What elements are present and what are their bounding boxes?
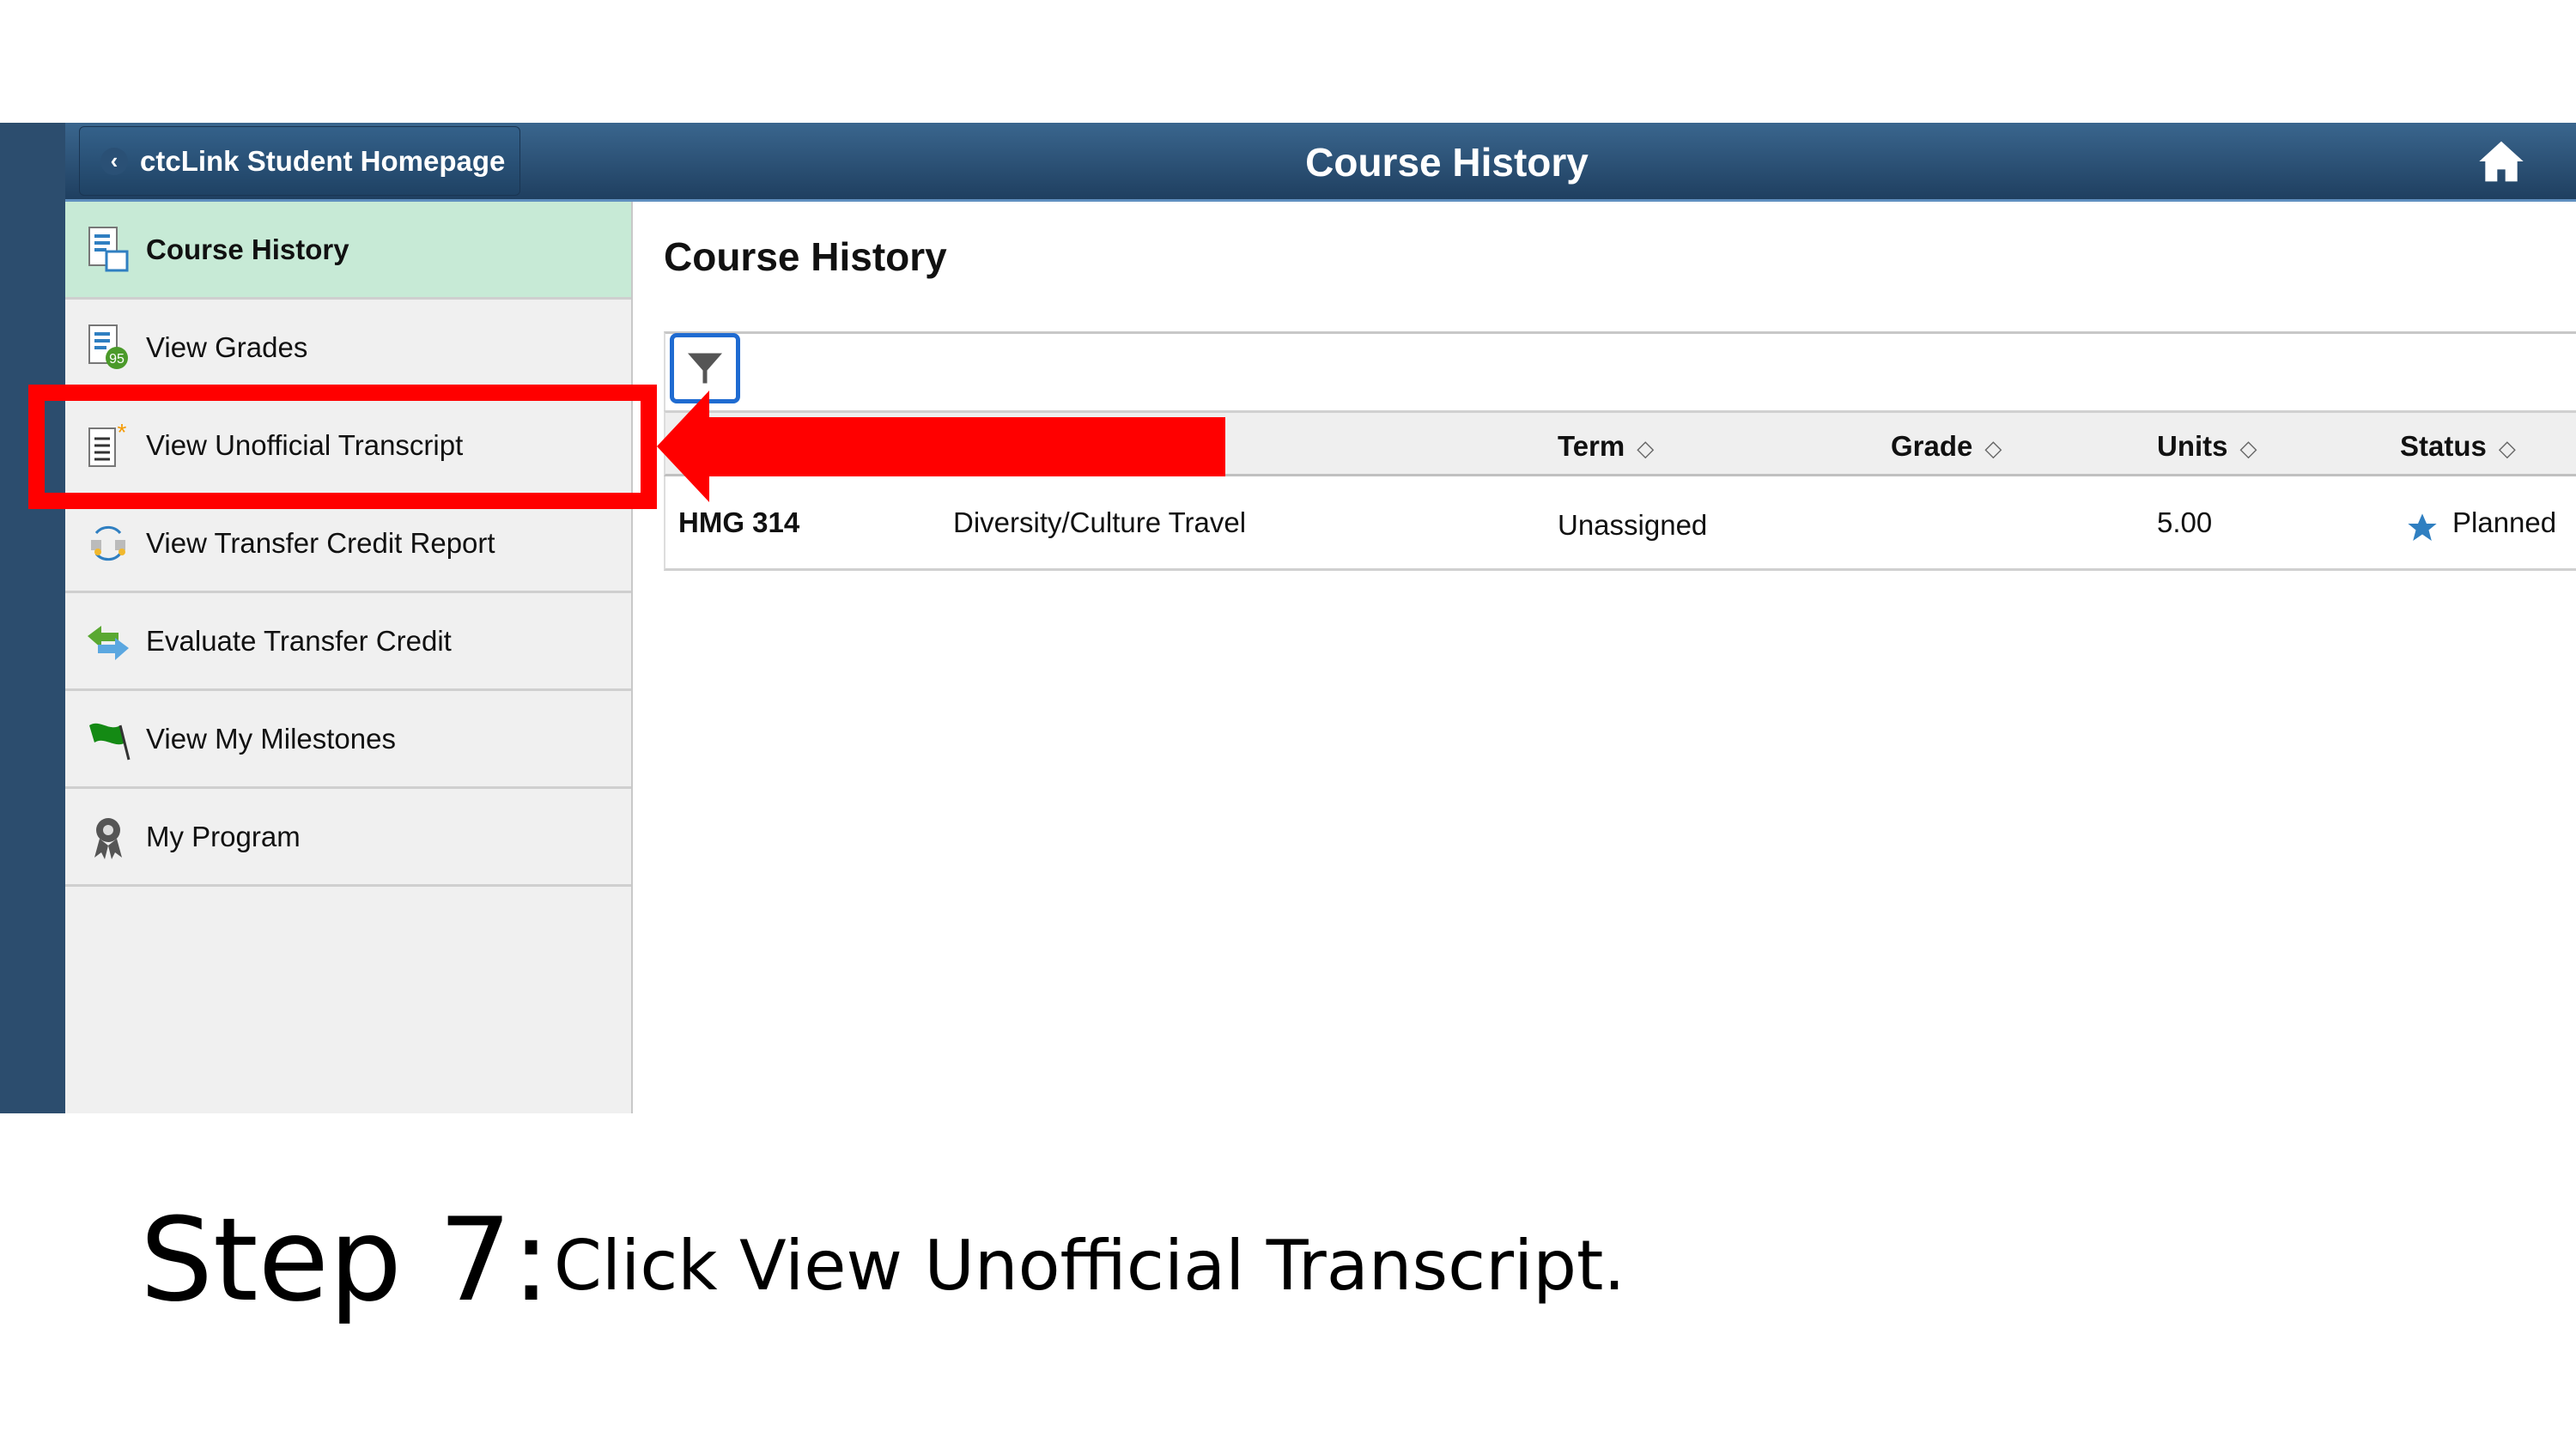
flag-icon [89, 723, 131, 760]
sort-icon: ◇ [1984, 435, 2002, 461]
sidebar-item-evaluate-transfer-credit[interactable]: Evaluate Transfer Credit [65, 593, 631, 691]
course-code: HMG 314 [678, 506, 800, 538]
svg-text:95: 95 [109, 352, 125, 367]
course-status: Planned [2452, 506, 2557, 538]
back-button[interactable]: ‹ ctcLink Student Homepage [79, 126, 520, 196]
column-status[interactable]: Status ◇ [2400, 430, 2516, 463]
step-instruction: Click View Unofficial Transcript. [554, 1226, 1625, 1306]
course-term: Unassigned [1558, 509, 1708, 541]
left-strip [0, 123, 65, 1113]
arrows-icon [88, 625, 129, 660]
sort-icon: ◇ [1637, 435, 1655, 461]
column-grade[interactable]: Grade ◇ [1891, 430, 2002, 463]
red-arrow-icon [657, 391, 1225, 502]
back-label: ctcLink Student Homepage [140, 144, 506, 177]
transfer-report-icon [91, 525, 125, 561]
highlight-box [28, 385, 657, 509]
sidebar-item-view-grades[interactable]: 95 View Grades [65, 300, 631, 397]
page-title: Course History [664, 234, 947, 279]
sort-icon: ◇ [2239, 435, 2257, 461]
sidebar: Course History 95 View Grades * View Uno… [65, 202, 633, 1113]
chevron-left-icon: ‹ [100, 147, 128, 175]
sidebar-item-view-my-milestones[interactable]: View My Milestones [65, 691, 631, 789]
sort-icon: ◇ [2498, 435, 2516, 461]
sidebar-item-view-transfer-credit-report[interactable]: View Transfer Credit Report [65, 495, 631, 593]
course-description: Diversity/Culture Travel [953, 506, 1247, 538]
home-icon[interactable] [2477, 137, 2525, 185]
column-units[interactable]: Units ◇ [2157, 430, 2257, 463]
course-history-icon [88, 226, 129, 271]
star-icon [2408, 513, 2437, 541]
ribbon-icon [94, 817, 122, 859]
course-units: 5.00 [2157, 506, 2213, 538]
sidebar-item-course-history[interactable]: Course History [65, 202, 631, 300]
grades-icon: 95 [88, 324, 128, 369]
sidebar-item-my-program[interactable]: My Program [65, 789, 631, 887]
column-term[interactable]: Term ◇ [1558, 430, 1654, 463]
step-label: Step 7: [140, 1193, 551, 1327]
